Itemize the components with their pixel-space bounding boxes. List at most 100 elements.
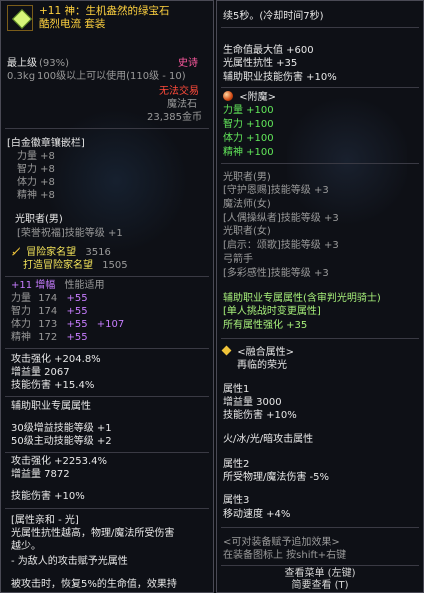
attack-boost: 攻击强化 +204.8% — [11, 354, 101, 365]
equip-effect-hint: 在装备图标上 按shift+右键 — [223, 550, 347, 561]
skill-damage-2: 技能伤害 +10% — [11, 491, 85, 502]
enchant-stat: 精神 +100 — [223, 147, 274, 158]
fusion-attr-line: 所受物理/魔法伤害 -5% — [223, 472, 330, 483]
fusion-name: 再临的荣光 — [237, 360, 287, 371]
amplify-header-row: +11 增幅 性能适用 — [11, 280, 104, 292]
all-stat-boost: 所有属性强化 +35 — [223, 320, 308, 331]
amp-stat-extra: +107 — [96, 319, 125, 330]
item-grade-pct: (93%) — [39, 58, 70, 69]
skill-damage: 技能伤害 +15.4% — [11, 380, 95, 391]
enchant-stat: 力量 +100 — [223, 105, 274, 116]
brief-view-button[interactable]: 简要查看 (T) — [217, 580, 423, 592]
amp-stat-bonus: +55 — [66, 332, 88, 343]
adventurer-fame-row: 冒险家名望 3516 — [11, 246, 111, 259]
divider — [221, 338, 419, 339]
item-weight: 0.3kg — [7, 71, 36, 82]
job-header: 光职者(男) — [15, 214, 63, 225]
item-trade-status: 无法交易 — [159, 86, 199, 97]
job-header: 光职者(男) — [223, 172, 271, 183]
divider — [5, 348, 209, 349]
amp-stat-row: 体力 173 +55 +107 — [11, 319, 124, 331]
amplify-header: +11 增幅 — [11, 280, 56, 291]
amp-stat-name: 力量 — [11, 293, 31, 304]
job-line: 光职者(女) — [223, 226, 271, 237]
fusion-header-row: <融合属性> — [221, 345, 294, 359]
background-decoration — [287, 91, 407, 231]
job-skill-bonus: [荣誉祝福]技能等级 +1 — [17, 228, 123, 239]
enchant-stat: 智力 +100 — [223, 119, 274, 130]
divider — [5, 508, 209, 509]
forge-fame-row: 打造冒险家名望 1505 — [23, 260, 128, 272]
fusion-attr-1-label: 属性1 — [223, 384, 250, 395]
affinity-line: - 为敌人的攻击赋予光属性 — [11, 556, 128, 567]
aux-line: 30级增益技能等级 +1 — [11, 423, 112, 434]
badge-stat: 力量 +8 — [17, 151, 55, 162]
divider — [5, 128, 209, 129]
item-level-requirement: 100级以上可以使用(110级 - 10) — [37, 71, 186, 82]
hp-max: 生命值最大值 +600 — [223, 45, 314, 56]
item-price: 23,385金币 — [147, 112, 202, 123]
amp-stat-row: 精神 172 +55 — [11, 332, 88, 344]
job-line: [人偶操纵者]技能等级 +3 — [223, 213, 339, 224]
amp-stat-bonus: +55 — [66, 319, 88, 330]
fusion-attr-line: 移动速度 +4% — [223, 509, 291, 520]
item-tooltip-right-panel: 续5秒。(冷却时间7秒) 生命值最大值 +600 光属性抗性 +35 辅助职业技… — [216, 0, 424, 593]
badge-stat: 体力 +8 — [17, 177, 55, 188]
item-title: +11 神：生机盎然的绿宝石 — [39, 5, 170, 17]
affinity-line: 光属性抗性越高，物理/魔法所受伤害 — [11, 528, 175, 539]
amp-stat-name: 体力 — [11, 319, 31, 330]
enchant-stat: 体力 +100 — [223, 133, 274, 144]
amp-stat-name: 智力 — [11, 306, 31, 317]
adventurer-fame-label: 冒险家名望 — [26, 247, 77, 258]
fusion-attr-3-label: 属性3 — [223, 495, 250, 506]
fusion-attr-line: 增益量 3000 — [223, 397, 282, 408]
aux-skill-damage: 辅助职业技能伤害 +10% — [223, 72, 337, 83]
enchant-orb-icon — [223, 91, 233, 101]
divider — [5, 396, 209, 397]
affinity-line: 越少。 — [11, 541, 41, 552]
enchant-header: <附魔> — [239, 92, 276, 103]
job-line: [守护恩赐]技能等级 +3 — [223, 185, 329, 196]
amp-stat-bonus: +55 — [66, 293, 88, 304]
fusion-diamond-icon — [221, 345, 232, 356]
fusion-header: <融合属性> — [237, 347, 294, 358]
divider — [221, 565, 419, 566]
item-icon[interactable] — [7, 5, 33, 31]
divider — [5, 276, 209, 277]
item-tooltip-left-panel: +11 神：生机盎然的绿宝石 酷烈电流 套装 最上级 (93%) 史诗 0.3k… — [0, 0, 214, 593]
amp-stat-base: 172 — [38, 332, 58, 343]
aux-exclusive-header: 辅助职业专属属性(含审判光明骑士) — [223, 293, 381, 304]
item-grade: 最上级 — [7, 58, 37, 69]
amp-stat-base: 173 — [38, 319, 58, 330]
enchant-header-row: <附魔> — [223, 91, 276, 104]
amp-stat-base: 174 — [38, 306, 58, 317]
divider — [221, 27, 419, 28]
amp-stat-row: 智力 174 +55 — [11, 306, 88, 318]
affinity-line: 被攻击时，恢复5%的生命值，效果持 — [11, 579, 177, 590]
equip-effect-header: <可对装备赋予追加效果> — [223, 537, 340, 548]
item-rarity: 史诗 — [178, 58, 198, 69]
light-resistance: 光属性抗性 +35 — [223, 58, 298, 69]
element-attack-attr: 火/冰/光/暗攻击属性 — [223, 434, 314, 445]
item-set-name: 酷烈电流 套装 — [39, 18, 106, 30]
fusion-attr-2-label: 属性2 — [223, 459, 250, 470]
aux-exclusive-header: 辅助职业专属属性 — [11, 401, 91, 412]
gain-amount: 增益量 2067 — [11, 367, 70, 378]
affinity-header: [属性亲和 - 光] — [11, 515, 79, 526]
fusion-attr-line: 技能伤害 +10% — [223, 410, 297, 421]
job-line: [启示：颂歌]技能等级 +3 — [223, 240, 339, 251]
job-line: 魔法师(女) — [223, 199, 271, 210]
amp-stat-name: 精神 — [11, 332, 31, 343]
effect-duration: 续5秒。(冷却时间7秒) — [223, 11, 324, 22]
single-challenge-buff: [单人挑战时变更属性] — [223, 306, 321, 317]
gain-amount-2: 增益量 7872 — [11, 469, 70, 480]
divider — [221, 87, 419, 88]
amp-stat-bonus: +55 — [66, 306, 88, 317]
badge-stat: 智力 +8 — [17, 164, 55, 175]
forge-fame-value: 1505 — [102, 260, 128, 271]
item-type: 魔法石 — [167, 99, 197, 110]
amplify-description: 性能适用 — [64, 280, 105, 291]
view-menu-button[interactable]: 查看菜单 (左键) — [217, 568, 423, 580]
job-line: [多彩感性]技能等级 +3 — [223, 268, 329, 279]
divider — [221, 163, 419, 164]
